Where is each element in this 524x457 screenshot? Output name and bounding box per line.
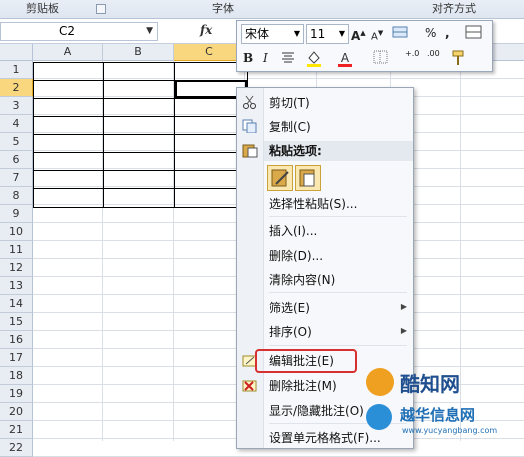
- row-header-5[interactable]: 5: [0, 133, 33, 151]
- row-header-22[interactable]: 22: [0, 439, 33, 457]
- row-header-4[interactable]: 4: [0, 115, 33, 133]
- paste-icon: [242, 143, 258, 158]
- font-size-select[interactable]: 11 ▼: [306, 24, 349, 44]
- name-box[interactable]: C2 ▼: [0, 22, 158, 41]
- menu-item-paste-special[interactable]: 选择性粘贴(S)...: [269, 196, 357, 212]
- row-header-9[interactable]: 9: [0, 205, 33, 223]
- column-header-c[interactable]: C: [174, 44, 245, 61]
- row-header-8[interactable]: 8: [0, 187, 33, 205]
- font-size-value: 11: [310, 27, 326, 41]
- watermark-url: www.yucyangbang.com: [402, 426, 498, 435]
- decrease-decimal-button[interactable]: .00: [427, 49, 440, 58]
- column-header-b[interactable]: B: [103, 44, 174, 61]
- name-box-value: C2: [59, 24, 76, 38]
- row-header-17[interactable]: 17: [0, 349, 33, 367]
- bold-button[interactable]: B: [243, 49, 253, 67]
- row-header-12[interactable]: 12: [0, 259, 33, 277]
- menu-item-copy[interactable]: 复制(C): [269, 119, 311, 135]
- watermark: 酷知网 越华信息网 www.yucyangbang.com: [360, 362, 524, 441]
- row-header-6[interactable]: 6: [0, 151, 33, 169]
- chevron-down-icon: ▼: [338, 29, 345, 38]
- menu-separator: [269, 345, 407, 346]
- mini-toolbar: 宋体 ▼ 11 ▼ A▲ A▼ % , B I A +.0 .00: [236, 20, 493, 72]
- row-header-21[interactable]: 21: [0, 421, 33, 439]
- row-header-20[interactable]: 20: [0, 403, 33, 421]
- menu-separator: [269, 216, 407, 217]
- row-header-19[interactable]: 19: [0, 385, 33, 403]
- scissors-icon: [242, 94, 258, 109]
- menu-icon-gutter: [237, 88, 264, 448]
- merge-cells-icon[interactable]: [465, 24, 483, 40]
- row-header-3[interactable]: 3: [0, 97, 33, 115]
- paste-option-format-icon[interactable]: [267, 165, 293, 191]
- row-header-1[interactable]: 1: [0, 61, 33, 79]
- copy-icon: [242, 118, 258, 134]
- paste-option-paste-icon[interactable]: [295, 165, 321, 191]
- fill-color-icon[interactable]: [305, 49, 325, 72]
- submenu-arrow-icon: ▶: [400, 302, 407, 311]
- row-header-15[interactable]: 15: [0, 313, 33, 331]
- menu-separator: [269, 292, 407, 293]
- column-header-a[interactable]: A: [33, 44, 103, 61]
- watermark-subtitle: 越华信息网: [400, 406, 476, 424]
- menu-item-insert[interactable]: 插入(I)...: [269, 223, 317, 239]
- row-header-18[interactable]: 18: [0, 367, 33, 385]
- shrink-font-icon[interactable]: A▼: [371, 24, 383, 46]
- font-name-select[interactable]: 宋体 ▼: [241, 24, 304, 44]
- submenu-arrow-icon: ▶: [400, 326, 407, 335]
- wifi-logo-icon: [366, 404, 392, 430]
- row-header-13[interactable]: 13: [0, 277, 33, 295]
- watermark-title: 酷知网: [400, 372, 460, 396]
- font-color-icon[interactable]: A: [337, 49, 353, 67]
- watermark-logo-icon: [366, 368, 394, 396]
- menu-item-sort[interactable]: 排序(O): [269, 324, 312, 340]
- italic-button[interactable]: I: [263, 49, 268, 67]
- edit-comment-highlight: [255, 349, 357, 373]
- row-header-11[interactable]: 11: [0, 241, 33, 259]
- font-name-value: 宋体: [245, 27, 270, 41]
- chevron-down-icon[interactable]: ▼: [146, 23, 153, 40]
- row-header-14[interactable]: 14: [0, 295, 33, 313]
- row-header-2[interactable]: 2: [0, 79, 33, 97]
- menu-item-cut[interactable]: 剪切(T): [269, 95, 310, 111]
- grow-font-icon[interactable]: A▲: [351, 24, 366, 45]
- ribbon-group-labels: 剪贴板 字体 对齐方式: [0, 0, 524, 19]
- percent-style-button[interactable]: %: [425, 24, 436, 42]
- increase-decimal-button[interactable]: +.0: [405, 49, 419, 58]
- borders-icon[interactable]: [373, 50, 389, 69]
- fx-icon[interactable]: fx: [200, 23, 212, 37]
- menu-item-filter[interactable]: 筛选(E): [269, 300, 310, 316]
- menu-item-delete-comment[interactable]: 删除批注(M): [269, 378, 337, 394]
- chevron-down-icon: ▼: [293, 29, 300, 38]
- select-all-corner[interactable]: [0, 44, 33, 61]
- row-header-7[interactable]: 7: [0, 169, 33, 187]
- menu-item-delete[interactable]: 删除(D)...: [269, 248, 323, 264]
- menu-item-show-hide-comment[interactable]: 显示/隐藏批注(O): [269, 403, 364, 419]
- format-painter-table-icon[interactable]: [392, 24, 410, 40]
- ribbon-group-alignment: 对齐方式: [432, 2, 476, 15]
- clipboard-dialog-launcher-icon[interactable]: [96, 4, 106, 14]
- delete-comment-icon: [242, 378, 258, 392]
- row-header-16[interactable]: 16: [0, 331, 33, 349]
- ribbon-group-clipboard: 剪贴板: [26, 2, 59, 15]
- menu-item-paste-options: 粘贴选项:: [269, 144, 322, 158]
- align-center-icon[interactable]: [281, 50, 295, 69]
- format-painter-icon[interactable]: [449, 49, 467, 72]
- menu-item-clear-contents[interactable]: 清除内容(N): [269, 272, 335, 288]
- ribbon-group-font: 字体: [212, 2, 234, 15]
- row-header-10[interactable]: 10: [0, 223, 33, 241]
- comma-style-button[interactable]: ,: [445, 24, 450, 42]
